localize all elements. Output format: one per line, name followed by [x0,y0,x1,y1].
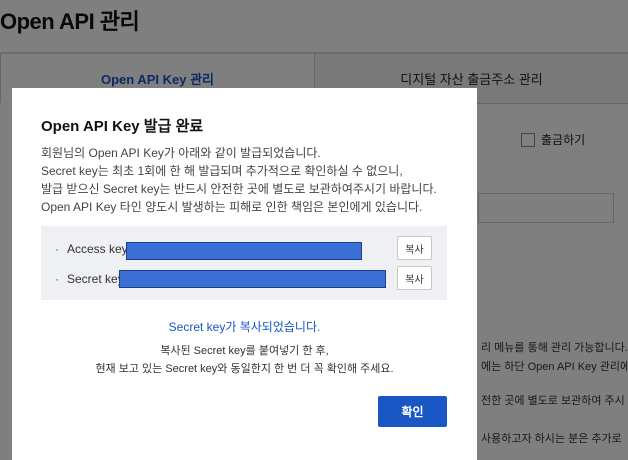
note-line: 현재 보고 있는 Secret key와 동일한지 한 번 더 꼭 확인해 주세… [95,363,394,375]
access-key-value-masked [126,242,362,260]
bullet-dot: · [55,242,59,256]
secret-key-label: Secret key [67,272,124,286]
description-line: Secret key는 최초 1회에 한 해 발급되며 추가적으로 확인하실 수… [41,164,403,178]
description-line: Open API Key 타인 양도시 발생하는 피해로 인한 책임은 본인에게… [41,200,423,214]
modal-title: Open API Key 발급 완료 [41,118,204,135]
copied-message: Secret key가 복사되었습니다. [168,320,321,334]
bullet-dot: · [55,272,59,286]
modal-description: 회원님의 Open API Key가 아래와 같이 발급되었습니다. Secre… [41,144,461,216]
copy-note: 복사된 Secret key를 붙여넣기 한 후, 현재 보고 있는 Secre… [12,342,477,378]
copy-access-key-button[interactable]: 복사 [397,236,432,260]
secret-key-row: · Secret key [55,267,124,291]
confirm-button[interactable]: 확인 [378,396,447,427]
api-key-issued-modal: Open API Key 발급 완료 회원님의 Open API Key가 아래… [12,88,477,460]
access-key-label: Access key [67,242,128,256]
access-key-row: · Access key [55,237,128,261]
key-info-box: · Access key 복사 · Secret key 복사 [41,226,447,300]
secret-key-value-masked [119,270,386,288]
copy-secret-key-button[interactable]: 복사 [397,266,432,290]
description-line: 회원님의 Open API Key가 아래와 같이 발급되었습니다. [41,146,321,160]
description-line: 발급 받으신 Secret key는 반드시 안전한 곳에 별도로 보관하여주시… [41,182,437,196]
note-line: 복사된 Secret key를 붙여넣기 한 후, [160,345,329,357]
